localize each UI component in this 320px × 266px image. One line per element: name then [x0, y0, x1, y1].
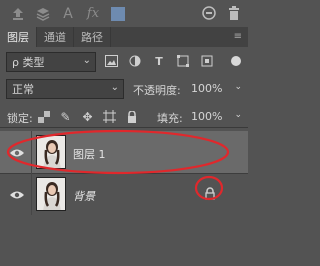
divider — [0, 127, 248, 128]
fill-value[interactable]: 100% — [191, 110, 222, 123]
blend-mode-select[interactable]: 正常 ⌄ — [6, 79, 124, 99]
chevron-down-icon: ⌄ — [82, 55, 91, 66]
upload-icon[interactable] — [10, 6, 26, 22]
layer-separator — [31, 131, 32, 173]
stack-icon[interactable] — [35, 6, 51, 22]
lock-label: 锁定: — [7, 112, 33, 125]
blend-mode-label: 正常 — [12, 83, 34, 96]
tab-channels[interactable]: 通道 — [37, 27, 74, 47]
filter-kind-label: ρ 类型 — [12, 56, 45, 69]
lock-artboard-icon[interactable] — [102, 109, 117, 124]
smart-object-filter-icon[interactable] — [200, 54, 214, 68]
layer-thumbnail[interactable] — [36, 177, 66, 211]
color-swatch-icon[interactable] — [110, 6, 126, 22]
layers-empty-area — [0, 215, 248, 266]
lock-position-icon[interactable]: ✥ — [80, 109, 95, 124]
filter-toggle[interactable] — [231, 56, 241, 66]
chevron-down-icon: ⌄ — [110, 82, 119, 93]
tab-paths[interactable]: 路径 — [74, 27, 111, 47]
shape-filter-icon[interactable] — [176, 54, 190, 68]
link-icon[interactable] — [201, 5, 217, 24]
fill-chevron-icon[interactable]: ⌄ — [234, 110, 242, 120]
layer-separator — [31, 173, 32, 215]
filter-icons: T — [104, 54, 214, 68]
layer-row-background[interactable]: 背景 — [0, 173, 248, 216]
panel-tabs: 图层 通道 路径 ≡ — [0, 27, 248, 47]
lock-image-pixels-icon[interactable]: ✎ — [58, 109, 73, 124]
image-filter-icon[interactable] — [104, 54, 118, 68]
eye-icon[interactable] — [9, 148, 25, 158]
layer-thumbnail[interactable] — [36, 135, 66, 169]
lock-transparent-pixels-icon[interactable] — [36, 109, 51, 124]
layer-row-layer1[interactable]: 图层 1 — [0, 131, 248, 174]
lock-all-icon[interactable] — [124, 109, 139, 124]
lock-icons: ✎ ✥ — [36, 109, 139, 124]
layer-name[interactable]: 背景 — [73, 188, 95, 204]
text-A-icon[interactable]: A — [60, 6, 76, 22]
opacity-chevron-icon[interactable]: ⌄ — [234, 82, 242, 92]
adjustment-filter-icon[interactable] — [128, 54, 142, 68]
tab-layers[interactable]: 图层 — [0, 27, 37, 47]
type-filter-icon[interactable]: T — [152, 54, 166, 68]
opacity-value[interactable]: 100% — [191, 82, 222, 95]
top-toolbar: A fx — [0, 0, 248, 27]
lock-icon[interactable] — [203, 187, 217, 201]
opacity-label: 不透明度: — [133, 84, 181, 97]
fx-icon[interactable]: fx — [85, 6, 101, 22]
layer-filter-select[interactable]: ρ 类型 ⌄ — [6, 52, 96, 72]
eye-icon[interactable] — [9, 190, 25, 200]
panel-menu-icon[interactable]: ≡ — [234, 31, 242, 42]
fill-label: 填充: — [157, 112, 183, 125]
trash-icon[interactable] — [226, 5, 242, 24]
layer-name[interactable]: 图层 1 — [73, 146, 106, 162]
